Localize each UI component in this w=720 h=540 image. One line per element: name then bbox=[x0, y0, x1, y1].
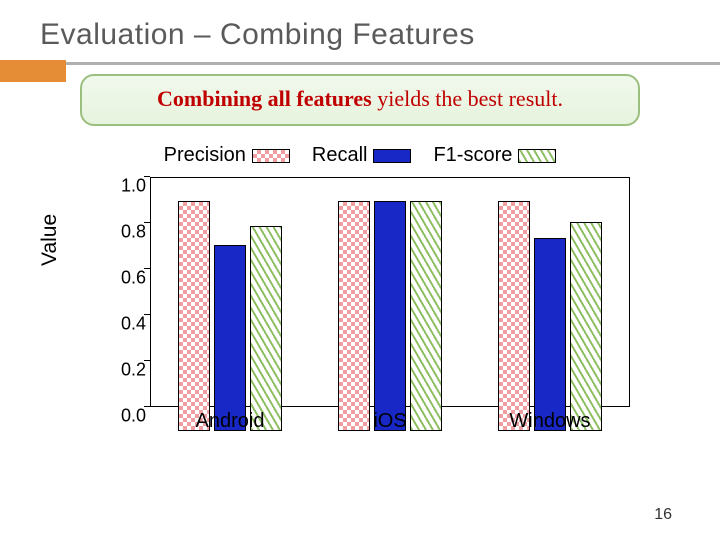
legend-recall-swatch-icon bbox=[373, 149, 411, 163]
y-axis-label: Value bbox=[38, 214, 62, 266]
y-tick-mark bbox=[144, 406, 150, 408]
legend-f1-swatch-icon bbox=[518, 149, 556, 163]
y-tick-mark bbox=[144, 360, 150, 362]
x-tick-label: iOS bbox=[330, 410, 450, 433]
bar-recall bbox=[374, 201, 406, 431]
bar-f1-score bbox=[570, 222, 602, 431]
chart-legend: Precision Recall F1-score bbox=[80, 144, 640, 167]
rule-grey bbox=[0, 62, 720, 65]
legend-recall: Recall bbox=[312, 144, 412, 167]
callout-rest: yields the best result. bbox=[372, 86, 563, 111]
legend-precision: Precision bbox=[164, 144, 290, 167]
bar-f1-score bbox=[250, 226, 282, 431]
bar-precision bbox=[178, 201, 210, 431]
x-tick-label: Android bbox=[170, 410, 290, 433]
y-tick-mark bbox=[144, 314, 150, 316]
chart-plot: Value 0.00.20.40.60.81.0AndroidiOSWindow… bbox=[80, 171, 640, 431]
legend-recall-label: Recall bbox=[312, 144, 368, 167]
y-tick-mark bbox=[144, 222, 150, 224]
y-tick-label: 0.8 bbox=[118, 222, 146, 243]
chart: Precision Recall F1-score Value 0.00.20.… bbox=[80, 144, 640, 464]
legend-f1: F1-score bbox=[433, 144, 556, 167]
y-tick-label: 0.6 bbox=[118, 268, 146, 289]
slide-title: Evaluation – Combing Features bbox=[40, 18, 680, 52]
callout-bold: Combining all features bbox=[157, 86, 372, 111]
bar-f1-score bbox=[410, 201, 442, 431]
bar-precision bbox=[338, 201, 370, 431]
bar-precision bbox=[498, 201, 530, 431]
rule-orange-accent bbox=[0, 60, 66, 82]
bar-recall bbox=[214, 245, 246, 431]
y-tick-label: 0.2 bbox=[118, 360, 146, 381]
legend-precision-swatch-icon bbox=[252, 149, 290, 163]
legend-precision-label: Precision bbox=[164, 144, 246, 167]
highlight-callout: Combining all features yields the best r… bbox=[80, 74, 640, 126]
y-tick-label: 1.0 bbox=[118, 176, 146, 197]
x-tick-label: Windows bbox=[490, 410, 610, 433]
bar-recall bbox=[534, 238, 566, 431]
y-tick-label: 0.0 bbox=[118, 406, 146, 427]
slide: Evaluation – Combing Features Combining … bbox=[0, 0, 720, 540]
legend-f1-label: F1-score bbox=[433, 144, 512, 167]
page-number: 16 bbox=[654, 506, 672, 524]
y-tick-mark bbox=[144, 176, 150, 178]
y-tick-label: 0.4 bbox=[118, 314, 146, 335]
y-tick-mark bbox=[144, 268, 150, 270]
